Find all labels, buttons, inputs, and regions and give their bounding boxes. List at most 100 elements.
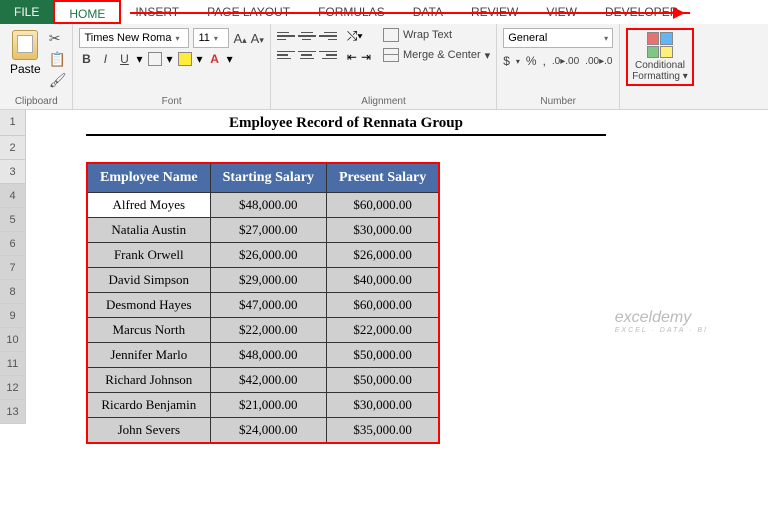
align-top-icon[interactable]: [277, 28, 295, 44]
border-button[interactable]: [148, 52, 162, 66]
cell[interactable]: $22,000.00: [210, 318, 326, 343]
percent-button[interactable]: %: [526, 54, 537, 68]
row-header-5[interactable]: 5: [0, 208, 26, 232]
highlight-arrow: [130, 12, 690, 14]
merge-center-button[interactable]: Merge & Center ▾: [383, 48, 490, 62]
paste-icon: [12, 30, 38, 60]
cell[interactable]: $30,000.00: [326, 393, 439, 418]
column-header[interactable]: Present Salary: [326, 163, 439, 193]
column-header[interactable]: Starting Salary: [210, 163, 326, 193]
currency-button[interactable]: $: [503, 54, 510, 68]
align-left-icon[interactable]: [277, 47, 295, 63]
fill-color-button[interactable]: [178, 52, 192, 66]
conditional-formatting-button[interactable]: ConditionalFormatting ▾: [626, 28, 694, 86]
wrap-text-button[interactable]: Wrap Text: [383, 28, 490, 42]
table-row[interactable]: John Severs$24,000.00$35,000.00: [87, 418, 439, 444]
cell[interactable]: $21,000.00: [210, 393, 326, 418]
row-header-7[interactable]: 7: [0, 256, 26, 280]
cell[interactable]: Jennifer Marlo: [87, 343, 210, 368]
column-header[interactable]: Employee Name: [87, 163, 210, 193]
font-size-combo[interactable]: 11▾: [193, 28, 229, 48]
tab-file[interactable]: FILE: [0, 0, 53, 24]
comma-button[interactable]: ,: [543, 54, 546, 68]
clipboard-label: Clipboard: [6, 94, 66, 109]
cell[interactable]: $27,000.00: [210, 218, 326, 243]
row-header-10[interactable]: 10: [0, 328, 26, 352]
align-right-icon[interactable]: [319, 47, 337, 63]
cell[interactable]: $22,000.00: [326, 318, 439, 343]
cell[interactable]: Marcus North: [87, 318, 210, 343]
row-header-12[interactable]: 12: [0, 376, 26, 400]
watermark: exceldemy EXCEL · DATA · BI: [615, 309, 708, 334]
align-middle-icon[interactable]: [298, 28, 316, 44]
grow-font-icon[interactable]: A▴: [233, 31, 246, 46]
table-row[interactable]: Frank Orwell$26,000.00$26,000.00: [87, 243, 439, 268]
increase-indent-icon[interactable]: ⇥: [361, 50, 371, 64]
paste-button[interactable]: Paste: [6, 28, 45, 78]
cell[interactable]: David Simpson: [87, 268, 210, 293]
row-header-2[interactable]: 2: [0, 136, 26, 160]
cell[interactable]: $42,000.00: [210, 368, 326, 393]
cell[interactable]: Natalia Austin: [87, 218, 210, 243]
cell[interactable]: John Severs: [87, 418, 210, 444]
group-number: General▾ $▾ % , .0▸.00 .00▸.0 Number: [497, 24, 620, 109]
cell[interactable]: $47,000.00: [210, 293, 326, 318]
tab-home[interactable]: HOME: [53, 0, 121, 24]
cell[interactable]: Alfred Moyes: [87, 193, 210, 218]
cell[interactable]: $29,000.00: [210, 268, 326, 293]
table-row[interactable]: David Simpson$29,000.00$40,000.00: [87, 268, 439, 293]
alignment-label: Alignment: [277, 94, 490, 109]
decrease-indent-icon[interactable]: ⇤: [347, 50, 357, 64]
cell[interactable]: Frank Orwell: [87, 243, 210, 268]
cell[interactable]: $40,000.00: [326, 268, 439, 293]
cell[interactable]: $60,000.00: [326, 293, 439, 318]
italic-button[interactable]: I: [98, 52, 112, 66]
page-title: Employee Record of Rennata Group: [86, 110, 606, 136]
cell[interactable]: $50,000.00: [326, 343, 439, 368]
table-row[interactable]: Natalia Austin$27,000.00$30,000.00: [87, 218, 439, 243]
row-header-3[interactable]: 3: [0, 160, 26, 184]
cell[interactable]: $30,000.00: [326, 218, 439, 243]
underline-button[interactable]: U: [117, 52, 131, 66]
table-row[interactable]: Ricardo Benjamin$21,000.00$30,000.00: [87, 393, 439, 418]
cell[interactable]: Ricardo Benjamin: [87, 393, 210, 418]
cell[interactable]: $35,000.00: [326, 418, 439, 444]
cell[interactable]: $26,000.00: [326, 243, 439, 268]
align-center-icon[interactable]: [298, 47, 316, 63]
align-bottom-icon[interactable]: [319, 28, 337, 44]
group-font: Times New Roma▾ 11▾ A▴ A▾ B I U▾ ▾ ▾ A▾ …: [73, 24, 270, 109]
table-row[interactable]: Jennifer Marlo$48,000.00$50,000.00: [87, 343, 439, 368]
format-painter-icon[interactable]: 🖌: [49, 72, 67, 89]
orientation-icon[interactable]: ⤭▾: [347, 28, 371, 44]
cell[interactable]: $60,000.00: [326, 193, 439, 218]
bold-button[interactable]: B: [79, 52, 93, 66]
cell[interactable]: $48,000.00: [210, 343, 326, 368]
copy-icon[interactable]: 📋: [49, 51, 67, 68]
cell[interactable]: $50,000.00: [326, 368, 439, 393]
row-header-4[interactable]: 4: [0, 184, 26, 208]
data-table[interactable]: Employee NameStarting SalaryPresent Sala…: [86, 162, 440, 444]
row-header-6[interactable]: 6: [0, 232, 26, 256]
shrink-font-icon[interactable]: A▾: [251, 31, 264, 46]
row-header-1[interactable]: 1: [0, 110, 26, 136]
cell[interactable]: $26,000.00: [210, 243, 326, 268]
row-header-8[interactable]: 8: [0, 280, 26, 304]
cut-icon[interactable]: ✂: [49, 30, 67, 47]
cell[interactable]: $48,000.00: [210, 193, 326, 218]
row-header-11[interactable]: 11: [0, 352, 26, 376]
font-name-combo[interactable]: Times New Roma▾: [79, 28, 189, 48]
row-header-13[interactable]: 13: [0, 400, 26, 424]
increase-decimal-icon[interactable]: .0▸.00: [552, 56, 579, 67]
table-row[interactable]: Marcus North$22,000.00$22,000.00: [87, 318, 439, 343]
table-row[interactable]: Desmond Hayes$47,000.00$60,000.00: [87, 293, 439, 318]
decrease-decimal-icon[interactable]: .00▸.0: [585, 56, 612, 67]
row-header-9[interactable]: 9: [0, 304, 26, 328]
wrap-icon: [383, 28, 399, 42]
cell[interactable]: $24,000.00: [210, 418, 326, 444]
table-row[interactable]: Richard Johnson$42,000.00$50,000.00: [87, 368, 439, 393]
table-row[interactable]: Alfred Moyes$48,000.00$60,000.00: [87, 193, 439, 218]
number-format-combo[interactable]: General▾: [503, 28, 613, 48]
cell[interactable]: Desmond Hayes: [87, 293, 210, 318]
cell[interactable]: Richard Johnson: [87, 368, 210, 393]
font-color-button[interactable]: A: [208, 52, 222, 66]
